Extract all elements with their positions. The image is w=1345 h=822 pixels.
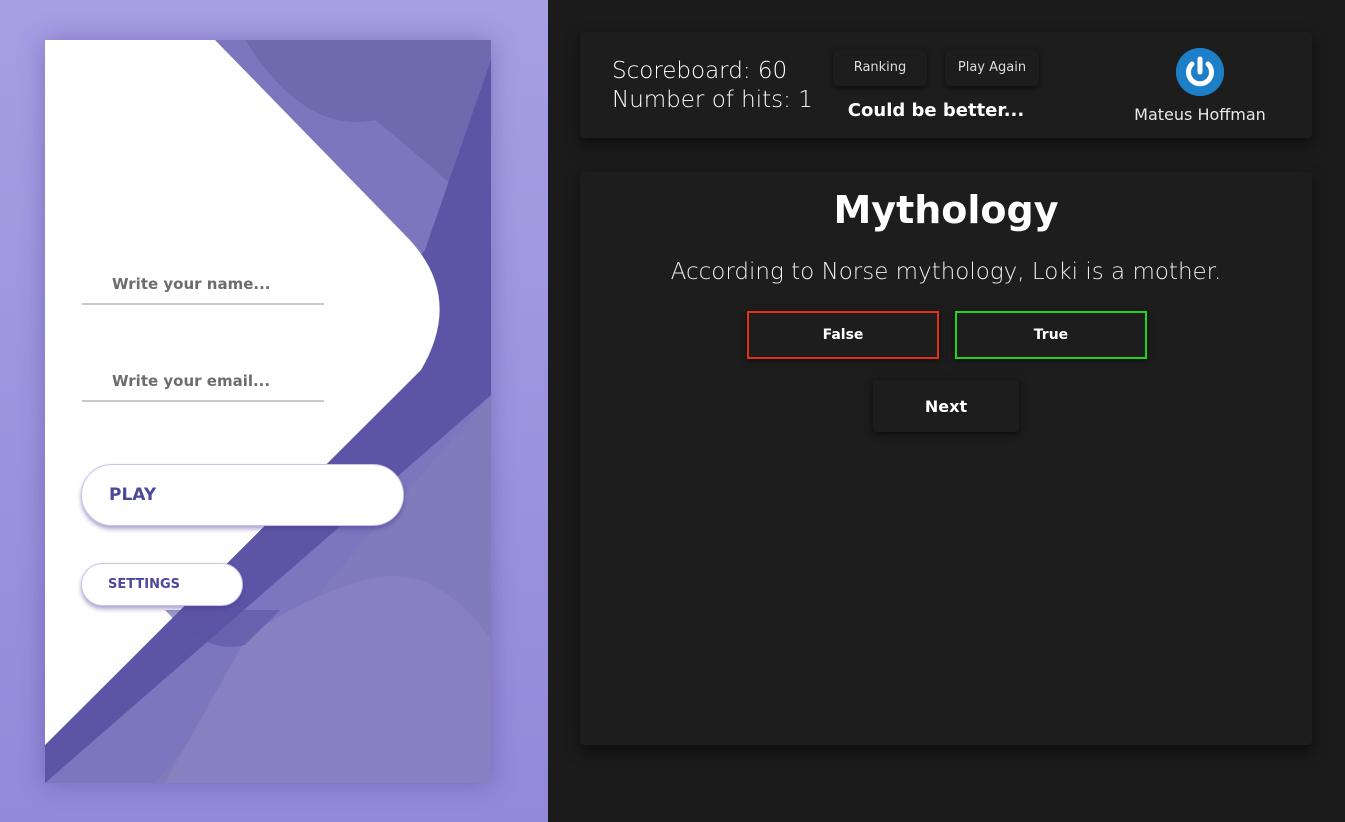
email-input[interactable] — [82, 362, 324, 400]
login-card: PLAY SETTINGS — [45, 40, 491, 783]
ranking-button[interactable]: Ranking — [833, 50, 927, 86]
hits-text: Number of hits: 1 — [612, 87, 813, 113]
quiz-category: Mythology — [833, 188, 1059, 232]
play-button[interactable]: PLAY — [81, 464, 404, 526]
quiz-card: Mythology According to Norse mythology, … — [580, 172, 1312, 745]
score-block: Scoreboard: 60 Number of hits: 1 — [612, 57, 813, 115]
name-input[interactable] — [82, 265, 324, 303]
settings-button[interactable]: SETTINGS — [81, 563, 243, 606]
answer-false-button[interactable]: False — [747, 311, 939, 359]
card-background-shapes — [45, 40, 491, 783]
email-field[interactable] — [82, 362, 324, 402]
power-icon[interactable] — [1176, 48, 1224, 96]
user-block: Mateus Hoffman — [1128, 48, 1272, 124]
name-field[interactable] — [82, 265, 324, 305]
quiz-question: According to Norse mythology, Loki is a … — [670, 259, 1222, 285]
score-header: Scoreboard: 60 Number of hits: 1 Ranking… — [580, 32, 1312, 138]
user-name: Mateus Hoffman — [1134, 105, 1266, 124]
answer-true-button[interactable]: True — [955, 311, 1147, 359]
feedback-message: Could be better... — [847, 100, 1025, 121]
play-again-button[interactable]: Play Again — [945, 50, 1039, 86]
login-pane: PLAY SETTINGS — [0, 0, 548, 822]
scoreboard-text: Scoreboard: 60 — [612, 58, 788, 84]
next-button[interactable]: Next — [873, 380, 1019, 432]
